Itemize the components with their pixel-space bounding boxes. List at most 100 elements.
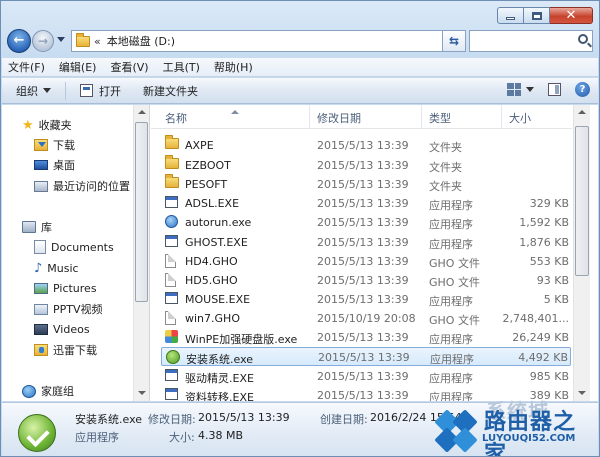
file-row-axpe[interactable]: AXPE 2015/5/13 13:39 文件夹 — [161, 135, 571, 155]
file-date: 2015/5/13 13:39 — [317, 255, 409, 268]
column-name[interactable]: 名称 — [165, 110, 187, 126]
nav-music[interactable]: ♪ Music — [34, 259, 79, 277]
column-date[interactable]: 修改日期 — [317, 110, 361, 126]
file-size: 4,492 KB — [518, 351, 568, 364]
file-row-autorun[interactable]: autorun.exe 2015/5/13 13:39 应用程序 1,592 K… — [161, 213, 571, 232]
file-row-hd5[interactable]: HD5.GHO 2015/5/13 13:39 GHO 文件 93 KB — [161, 271, 571, 290]
nav-homegroup-label: 家庭组 — [41, 385, 74, 398]
forward-button[interactable]: → — [32, 30, 54, 52]
column-divider[interactable] — [421, 105, 422, 129]
nav-xunlei[interactable]: 迅雷下载 — [34, 341, 97, 359]
scroll-up-arrow-icon[interactable] — [134, 105, 149, 120]
file-row-driver-genius[interactable]: 驱动精灵.EXE 2015/5/13 13:39 应用程序 985 KB — [161, 367, 571, 386]
file-type: 文件夹 — [429, 180, 462, 193]
file-name: MOUSE.EXE — [185, 293, 251, 306]
help-icon[interactable]: ? — [575, 82, 590, 97]
globe-icon — [165, 215, 178, 228]
view-options-icon[interactable] — [507, 83, 521, 96]
windows-logo-icon — [434, 409, 478, 453]
file-name: HD4.GHO — [185, 255, 238, 268]
file-row-mouse[interactable]: MOUSE.EXE 2015/5/13 13:39 应用程序 5 KB — [161, 290, 571, 309]
menu-edit[interactable]: 编辑(E) — [59, 59, 97, 75]
file-row-adsl[interactable]: ADSL.EXE 2015/5/13 13:39 应用程序 329 KB — [161, 194, 571, 213]
green-install-icon — [166, 350, 180, 364]
file-list-scrollbar[interactable] — [573, 105, 590, 401]
navigation-pane: ★ 收藏夹 下载 桌面 最近访问的位置 库 Documents ♪ Music … — [2, 105, 132, 401]
file-row-hd4[interactable]: HD4.GHO 2015/5/13 13:39 GHO 文件 553 KB — [161, 252, 571, 271]
organize-button[interactable]: 组织 — [16, 83, 51, 99]
nav-videos[interactable]: Videos — [34, 320, 90, 338]
scrollbar-thumb[interactable] — [135, 122, 148, 302]
nav-libraries[interactable]: 库 — [22, 218, 52, 236]
nav-favorites[interactable]: ★ 收藏夹 — [22, 116, 72, 134]
folder-icon — [165, 135, 179, 149]
star-icon: ★ — [22, 117, 34, 133]
scrollbar-thumb[interactable] — [575, 126, 589, 276]
back-arrow-icon: ← — [13, 33, 25, 48]
file-type: 应用程序 — [429, 333, 473, 346]
preview-pane-icon[interactable] — [548, 83, 561, 96]
file-name: HD5.GHO — [185, 274, 238, 287]
file-date: 2015/5/13 13:39 — [317, 216, 409, 229]
view-dropdown-icon[interactable] — [526, 87, 534, 92]
menu-view[interactable]: 查看(V) — [110, 59, 148, 75]
breadcrumb-overflow[interactable]: « — [94, 35, 101, 48]
column-size[interactable]: 大小 — [509, 110, 531, 126]
file-row-pesoft[interactable]: PESOFT 2015/5/13 13:39 文件夹 — [161, 174, 571, 194]
menu-tools[interactable]: 工具(T) — [163, 59, 200, 75]
file-size: 329 KB — [529, 197, 569, 210]
nav-pptv[interactable]: PPTV视频 — [34, 300, 103, 318]
file-size: 1,876 KB — [519, 236, 569, 249]
file-name: PESOFT — [185, 178, 228, 191]
search-input[interactable] — [469, 30, 593, 52]
watermark: 系统城 路由器之家 LUYOUQI52.COM — [434, 399, 592, 456]
nav-downloads[interactable]: 下载 — [34, 136, 75, 154]
menu-file[interactable]: 文件(F) — [8, 59, 45, 75]
nav-desktop[interactable]: 桌面 — [34, 156, 75, 174]
file-type: 应用程序 — [429, 372, 473, 385]
maximize-button[interactable] — [524, 7, 550, 24]
file-type: 应用程序 — [429, 199, 473, 212]
details-size-value: 4.38 MB — [198, 429, 244, 442]
nav-documents[interactable]: Documents — [34, 238, 114, 256]
column-divider[interactable] — [501, 105, 502, 129]
nav-homegroup[interactable]: 家庭组 — [22, 382, 74, 400]
details-created-label: 创建日期: — [320, 413, 368, 426]
refresh-button[interactable]: ⇆ — [442, 30, 466, 52]
column-type[interactable]: 类型 — [429, 110, 451, 126]
exe-icon — [165, 388, 178, 400]
file-row-install-system[interactable]: 安装系统.exe 2015/5/13 13:39 应用程序 4,492 KB — [161, 347, 571, 366]
nav-scrollbar[interactable] — [133, 105, 150, 401]
nav-pictures[interactable]: Pictures — [34, 279, 97, 297]
nav-downloads-label: 下载 — [53, 139, 75, 152]
file-name: GHOST.EXE — [185, 236, 248, 249]
recent-pages-dropdown[interactable] — [57, 37, 65, 42]
scroll-down-arrow-icon[interactable] — [134, 386, 149, 401]
details-file-type: 应用程序 — [75, 431, 119, 444]
file-row-win7[interactable]: win7.GHO 2015/10/19 20:08 GHO 文件 2,748,4… — [161, 309, 571, 328]
file-icon — [165, 254, 176, 268]
file-row-winpe[interactable]: WinPE加强硬盘版.exe 2015/5/13 13:39 应用程序 26,2… — [161, 328, 571, 347]
new-folder-button[interactable]: 新建文件夹 — [143, 83, 198, 99]
scroll-down-arrow-icon[interactable] — [574, 386, 589, 401]
address-bar[interactable]: « 本地磁盘 (D:) — [71, 30, 466, 52]
nav-recent-places[interactable]: 最近访问的位置 — [34, 177, 130, 195]
column-divider[interactable] — [309, 105, 310, 129]
menu-help[interactable]: 帮助(H) — [214, 59, 253, 75]
file-row-ghost[interactable]: GHOST.EXE 2015/5/13 13:39 应用程序 1,876 KB — [161, 233, 571, 252]
breadcrumb-drive[interactable]: 本地磁盘 (D:) — [107, 33, 175, 49]
nav-buttons: ← → — [7, 29, 69, 53]
open-button[interactable]: 打开 — [80, 83, 121, 99]
back-button[interactable]: ← — [7, 29, 31, 53]
scroll-up-arrow-icon[interactable] — [574, 105, 589, 120]
pictures-icon — [34, 282, 48, 294]
file-size: 553 KB — [529, 255, 569, 268]
close-button[interactable]: ✕ — [550, 7, 593, 24]
file-date: 2015/5/13 13:39 — [317, 331, 409, 344]
nav-pptv-label: PPTV视频 — [53, 303, 103, 316]
exe-icon — [165, 369, 178, 381]
minimize-button[interactable] — [497, 7, 524, 24]
file-type: 应用程序 — [429, 295, 473, 308]
file-row-ezboot[interactable]: EZBOOT 2015/5/13 13:39 文件夹 — [161, 155, 571, 175]
content-area: ★ 收藏夹 下载 桌面 最近访问的位置 库 Documents ♪ Music … — [2, 105, 598, 401]
